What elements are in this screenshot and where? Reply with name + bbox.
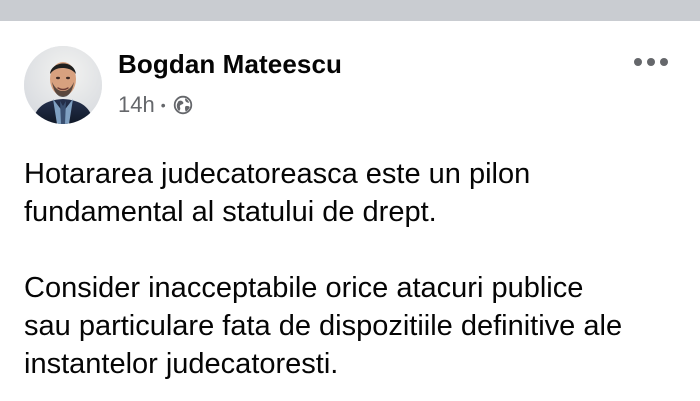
author-name[interactable]: Bogdan Mateescu (118, 48, 342, 80)
post-meta-row: 14h • (118, 90, 193, 120)
more-options-icon (634, 58, 642, 66)
post-paragraph: Consider inacceptabile orice atacuri pub… (24, 272, 623, 380)
post-body: Hotararea judecatoreasca este un pilon f… (24, 155, 679, 383)
globe-icon[interactable] (173, 95, 193, 115)
post-timestamp[interactable]: 14h (118, 90, 155, 120)
author-avatar[interactable] (24, 46, 102, 124)
more-options-button[interactable] (634, 54, 668, 70)
more-options-icon (660, 58, 668, 66)
facebook-post-card: Bogdan Mateescu 14h • Hotararea judecato… (0, 21, 700, 401)
meta-separator: • (160, 97, 166, 113)
post-paragraph: Hotararea judecatoreasca este un pilon f… (24, 158, 531, 228)
more-options-icon (647, 58, 655, 66)
top-feed-divider (0, 0, 700, 21)
